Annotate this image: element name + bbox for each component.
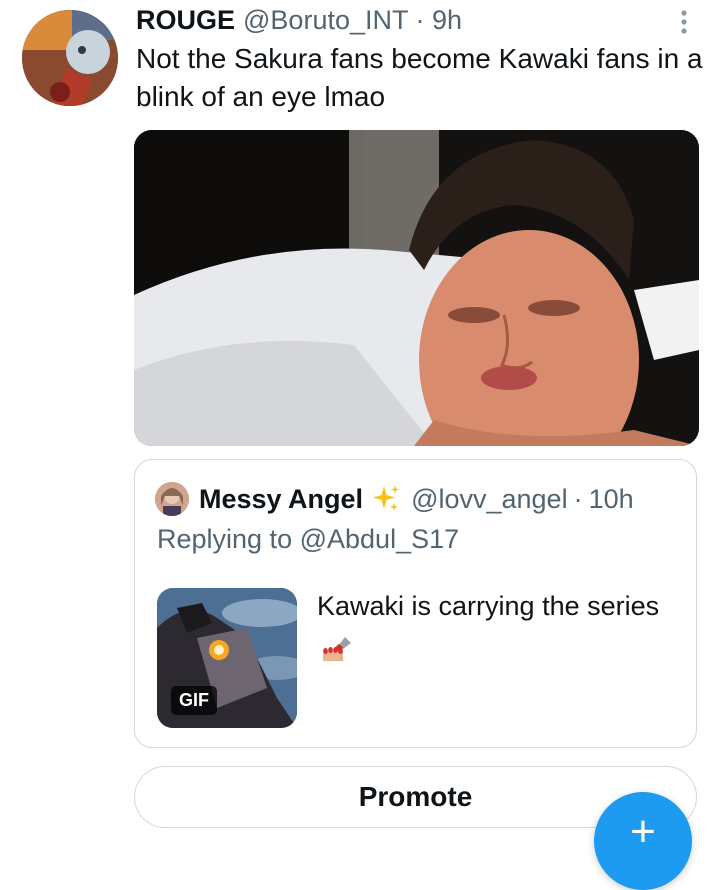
quoted-tweet[interactable]: Messy Angel @lovv_angel · 10h Replying t… — [134, 459, 697, 748]
author-name[interactable]: ROUGE — [136, 5, 235, 36]
quoted-author-avatar[interactable] — [155, 482, 189, 516]
quoted-author-name[interactable]: Messy Angel — [199, 484, 363, 515]
sparkles-icon — [373, 485, 400, 511]
quoted-tweet-header: Messy Angel @lovv_angel · 10h — [199, 480, 634, 518]
replying-to-label: Replying to — [157, 524, 293, 554]
author-avatar[interactable] — [22, 10, 118, 106]
plus-icon: + — [630, 807, 656, 856]
quoted-separator: · — [573, 483, 583, 514]
tweet-header: ROUGE @Boruto_INT · 9h — [136, 2, 462, 38]
nail-polish-emoji — [323, 636, 351, 661]
quoted-tweet-text: Kawaki is carrying the series — [317, 586, 677, 666]
tweet-time[interactable]: 9h — [432, 5, 462, 35]
author-handle-text[interactable]: @Boruto_INT — [243, 5, 408, 35]
author-handle[interactable]: @Boruto_INT · 9h — [243, 5, 462, 36]
more-vertical-icon[interactable] — [673, 8, 695, 36]
tweet-media-image[interactable] — [134, 130, 699, 446]
gif-badge: GIF — [171, 686, 217, 715]
replying-to-line: Replying to @Abdul_S17 — [157, 524, 459, 555]
quoted-author-handle[interactable]: @lovv_angel — [411, 484, 568, 515]
tweet-text: Not the Sakura fans become Kawaki fans i… — [136, 43, 703, 112]
quoted-gif-thumbnail[interactable]: GIF — [157, 588, 297, 728]
replying-to-mention[interactable]: @Abdul_S17 — [300, 524, 460, 554]
header-separator: · — [415, 4, 425, 35]
quoted-tweet-text-body: Kawaki is carrying the series — [317, 591, 660, 621]
compose-button[interactable]: + — [594, 792, 692, 890]
quoted-tweet-time[interactable]: 10h — [589, 484, 634, 515]
